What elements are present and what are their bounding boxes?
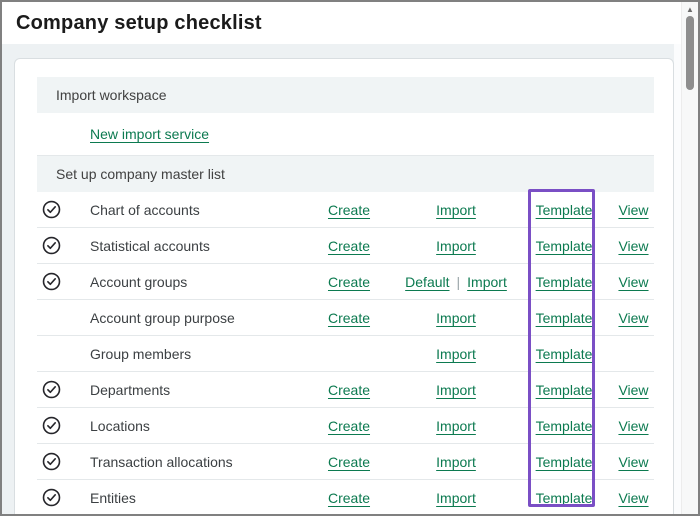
view-link[interactable]: View	[618, 454, 648, 470]
check-circle-icon[interactable]	[42, 272, 61, 291]
section-master-list-label: Set up company master list	[56, 166, 225, 182]
check-circle-icon[interactable]	[42, 488, 61, 507]
table-row: Locations Create Import Template View	[37, 408, 654, 444]
template-link[interactable]: Template	[536, 310, 593, 326]
create-link[interactable]: Create	[328, 274, 370, 290]
titlebar: Company setup checklist	[2, 2, 698, 44]
view-link[interactable]: View	[618, 274, 648, 290]
row-label: Chart of accounts	[90, 202, 301, 218]
row-label: Account groups	[90, 274, 301, 290]
new-import-service-row: New import service	[37, 113, 654, 156]
view-link[interactable]: View	[618, 490, 648, 506]
import-link[interactable]: Import	[436, 454, 476, 470]
create-link[interactable]: Create	[328, 454, 370, 470]
import-link[interactable]: Import	[436, 310, 476, 326]
check-circle-icon[interactable]	[42, 452, 61, 471]
page-title: Company setup checklist	[16, 12, 262, 35]
row-label: Departments	[90, 382, 301, 398]
check-circle-icon[interactable]	[42, 380, 61, 399]
view-link[interactable]: View	[618, 310, 648, 326]
template-link[interactable]: Template	[536, 418, 593, 434]
import-link[interactable]: Import	[436, 382, 476, 398]
scrollbar-up-arrow-icon[interactable]: ▲	[682, 4, 698, 14]
import-link[interactable]: Import	[436, 346, 476, 362]
checklist-rows: Chart of accounts Create Import Template…	[37, 192, 654, 516]
table-row: Chart of accounts Create Import Template…	[37, 192, 654, 228]
row-label: Locations	[90, 418, 301, 434]
template-link[interactable]: Template	[536, 490, 593, 506]
section-import-workspace-label: Import workspace	[56, 87, 166, 103]
create-link[interactable]: Create	[328, 238, 370, 254]
view-link[interactable]: View	[618, 202, 648, 218]
create-link[interactable]: Create	[328, 310, 370, 326]
template-link[interactable]: Template	[536, 346, 593, 362]
row-label: Transaction allocations	[90, 454, 301, 470]
view-link[interactable]: View	[618, 238, 648, 254]
table-row: Entities Create Import Template View	[37, 480, 654, 516]
table-row: Departments Create Import Template View	[37, 372, 654, 408]
import-link[interactable]: Import	[436, 202, 476, 218]
create-link[interactable]: Create	[328, 382, 370, 398]
company-setup-checklist-window: Company setup checklist Import workspace…	[0, 0, 700, 516]
scrollbar-thumb[interactable]	[686, 16, 694, 90]
row-label: Group members	[90, 346, 301, 362]
link-separator: |	[457, 274, 461, 290]
table-row: Statistical accounts Create Import Templ…	[37, 228, 654, 264]
table-row: Transaction allocations Create Import Te…	[37, 444, 654, 480]
view-link[interactable]: View	[618, 418, 648, 434]
check-circle-icon[interactable]	[42, 416, 61, 435]
row-label: Statistical accounts	[90, 238, 301, 254]
view-link[interactable]: View	[618, 382, 648, 398]
table-row: Account groups Create Default | Import T…	[37, 264, 654, 300]
new-import-service-link[interactable]: New import service	[90, 126, 209, 142]
template-link[interactable]: Template	[536, 382, 593, 398]
section-master-list: Set up company master list	[37, 156, 654, 192]
import-link[interactable]: Import	[436, 490, 476, 506]
import-link[interactable]: Import	[436, 238, 476, 254]
template-link[interactable]: Template	[536, 202, 593, 218]
check-circle-icon[interactable]	[42, 236, 61, 255]
row-label: Entities	[90, 490, 301, 506]
checklist-card: Import workspace New import service Set …	[14, 58, 674, 516]
template-link[interactable]: Template	[536, 238, 593, 254]
import-link[interactable]: Import	[467, 274, 507, 290]
create-link[interactable]: Create	[328, 418, 370, 434]
template-link[interactable]: Template	[536, 274, 593, 290]
check-circle-icon[interactable]	[42, 200, 61, 219]
row-label: Account group purpose	[90, 310, 301, 326]
section-import-workspace: Import workspace	[37, 77, 654, 113]
table-row: Group members Import Template	[37, 336, 654, 372]
scrollbar-track[interactable]: ▲	[681, 2, 698, 514]
default-link[interactable]: Default	[405, 274, 449, 290]
create-link[interactable]: Create	[328, 202, 370, 218]
template-link[interactable]: Template	[536, 454, 593, 470]
import-link[interactable]: Import	[436, 418, 476, 434]
table-row: Account group purpose Create Import Temp…	[37, 300, 654, 336]
create-link[interactable]: Create	[328, 490, 370, 506]
